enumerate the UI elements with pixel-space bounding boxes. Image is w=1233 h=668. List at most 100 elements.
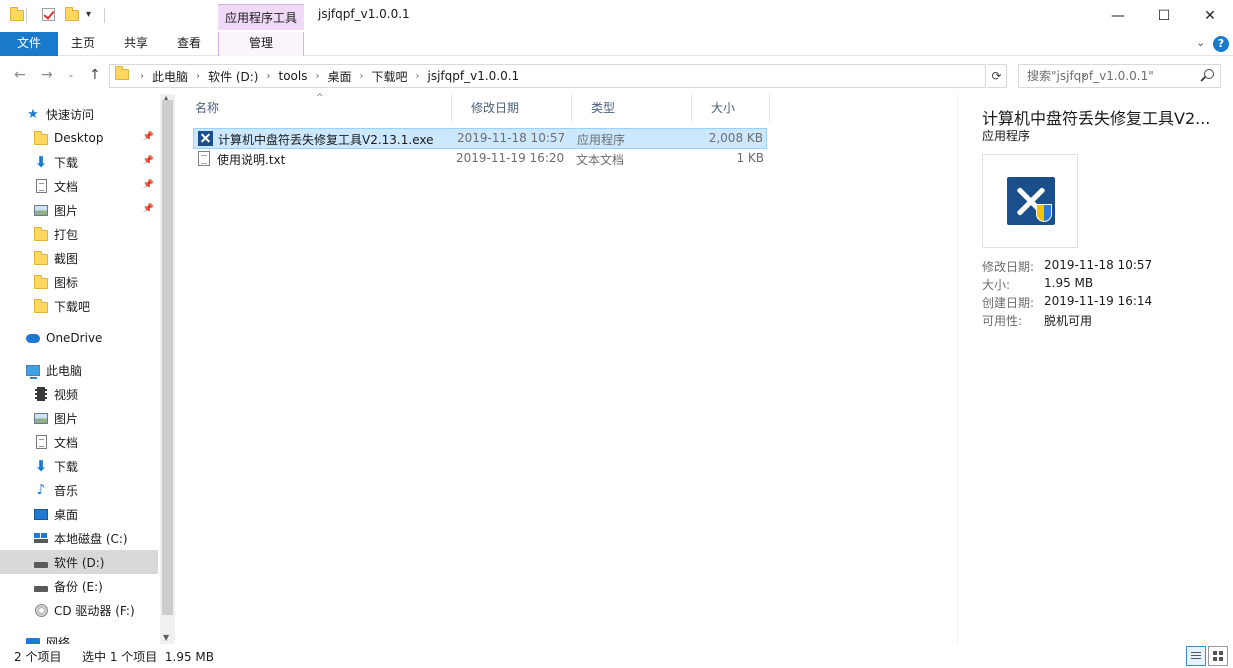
recent-locations-icon[interactable]: ⌄	[67, 70, 75, 80]
pin-icon: 📌	[142, 132, 154, 142]
close-button[interactable]: ✕	[1187, 0, 1233, 32]
window-title: jsjfqpf_v1.0.0.1	[318, 7, 410, 21]
crumb-this-pc[interactable]: 此电脑	[146, 68, 194, 85]
chevron-right-icon: ›	[140, 70, 144, 82]
scroll-down-icon[interactable]: ▼	[163, 633, 169, 642]
crumb-drive-d[interactable]: 软件 (D:)	[202, 68, 264, 85]
nav-label: 本地磁盘 (C:)	[54, 531, 128, 546]
drive-icon	[34, 579, 48, 593]
up-button[interactable]: ↑	[89, 67, 101, 83]
column-header-modified[interactable]: 修改日期	[452, 94, 572, 122]
nav-label: 软件 (D:)	[54, 555, 105, 570]
customize-qa-icon[interactable]: ▾	[86, 9, 100, 23]
nav-label: 打包	[54, 227, 79, 242]
column-header-size[interactable]: 大小	[692, 94, 770, 122]
shield-icon	[1036, 204, 1052, 222]
expand-ribbon-icon[interactable]: ⌄	[1196, 36, 1205, 49]
nav-item-music[interactable]: ♪ 音乐	[0, 478, 158, 502]
nav-item-documents[interactable]: 文档 📌	[0, 174, 158, 198]
column-label: 名称	[195, 101, 220, 115]
file-type: 文本文档	[576, 153, 625, 167]
nav-onedrive[interactable]: OneDrive	[0, 326, 158, 350]
crumb-xiazaiba[interactable]: 下载吧	[365, 68, 413, 85]
prop-label-availability: 可用性:	[982, 314, 1023, 328]
nav-item-drive-c[interactable]: 本地磁盘 (C:)	[0, 526, 158, 550]
nav-label: 此电脑	[46, 363, 83, 378]
nav-item-pc-desktop[interactable]: 桌面	[0, 502, 158, 526]
nav-item-pictures[interactable]: 图片 📌	[0, 198, 158, 222]
tab-file[interactable]: 文件	[0, 32, 58, 56]
picture-icon	[34, 203, 48, 217]
nav-network[interactable]: 网络	[0, 630, 158, 644]
refresh-button[interactable]: ⟳	[987, 64, 1007, 88]
maximize-button[interactable]: ☐	[1141, 0, 1187, 32]
chevron-right-icon[interactable]: ›	[264, 71, 272, 82]
nav-label: OneDrive	[46, 331, 103, 345]
nav-label: 图片	[54, 411, 79, 426]
folder-icon	[34, 250, 48, 265]
qa-separator	[104, 8, 105, 23]
file-row-txt[interactable]: 使用说明.txt 2019-11-19 16:20 文本文档 1 KB	[193, 149, 767, 170]
minimize-button[interactable]: —	[1095, 0, 1141, 32]
help-icon[interactable]: ?	[1213, 36, 1229, 52]
prop-label-size: 大小:	[982, 278, 1011, 292]
chevron-right-icon[interactable]: ›	[313, 71, 321, 82]
folder-icon	[115, 66, 129, 80]
nav-item-desktop[interactable]: Desktop 📌	[0, 126, 158, 150]
text-file-icon	[198, 151, 210, 166]
crumb-desktop[interactable]: 桌面	[321, 68, 357, 85]
crumb-current-folder[interactable]: jsjfqpf_v1.0.0.1	[422, 69, 526, 83]
details-pane: 计算机中盘符丢失修复工具V2... 应用程序 修改日期: 2019-11-18 …	[957, 94, 1233, 644]
forward-button[interactable]: →	[41, 67, 53, 83]
nav-label: 文档	[54, 435, 79, 450]
nav-item-downloads[interactable]: ⬇ 下载 📌	[0, 150, 158, 174]
prop-value-modified: 2019-11-18 10:57	[1044, 258, 1153, 272]
crumb-tools[interactable]: tools	[272, 69, 313, 83]
chevron-right-icon[interactable]: ›	[414, 71, 422, 82]
tab-home[interactable]: 主页	[58, 32, 108, 56]
search-icon[interactable]	[1204, 69, 1214, 79]
nav-item-dabao[interactable]: 打包	[0, 222, 158, 246]
search-placeholder: 搜索"jsjfqpf_v1.0.0.1"	[1027, 69, 1154, 83]
application-icon	[198, 131, 213, 146]
details-view-button[interactable]	[1186, 646, 1206, 666]
tab-share[interactable]: 共享	[110, 32, 162, 56]
tab-view[interactable]: 查看	[164, 32, 214, 56]
nav-item-tubiao[interactable]: 图标	[0, 270, 158, 294]
folder-icon	[10, 7, 24, 22]
scrollbar-thumb[interactable]	[162, 100, 173, 615]
search-input[interactable]: 搜索"jsjfqpf_v1.0.0.1"	[1018, 64, 1221, 88]
nav-scrollbar[interactable]: ▲ ▼	[160, 94, 175, 644]
nav-this-pc[interactable]: 此电脑	[0, 358, 158, 382]
tab-manage[interactable]: 管理	[218, 32, 304, 56]
nav-item-pc-downloads[interactable]: ⬇ 下载	[0, 454, 158, 478]
document-icon	[34, 435, 48, 449]
nav-item-jietu[interactable]: 截图	[0, 246, 158, 270]
nav-item-xiazaiba[interactable]: 下载吧	[0, 294, 158, 318]
properties-icon[interactable]	[42, 8, 56, 22]
file-row-exe[interactable]: 计算机中盘符丢失修复工具V2.13.1.exe 2019-11-18 10:57…	[193, 128, 767, 149]
nav-label: 图片	[54, 203, 79, 218]
file-name: 计算机中盘符丢失修复工具V2.13.1.exe	[218, 133, 434, 147]
new-folder-icon[interactable]	[65, 7, 79, 22]
nav-item-drive-f[interactable]: CD 驱动器 (F:)	[0, 598, 158, 622]
nav-item-drive-d[interactable]: 软件 (D:)	[0, 550, 158, 574]
address-bar[interactable]: › 此电脑 › 软件 (D:) › tools › 桌面 › 下载吧 › jsj…	[109, 64, 1088, 88]
nav-quick-access[interactable]: ★ 快速访问	[0, 102, 158, 126]
file-modified: 2019-11-18 10:57	[457, 131, 566, 145]
large-icons-view-button[interactable]	[1208, 646, 1228, 666]
prop-label-created: 创建日期:	[982, 296, 1035, 310]
back-button[interactable]: ←	[14, 67, 26, 83]
nav-item-drive-e[interactable]: 备份 (E:)	[0, 574, 158, 598]
column-header-name[interactable]: 名称 ^	[176, 93, 452, 122]
chevron-right-icon[interactable]: ›	[357, 71, 365, 82]
chevron-right-icon[interactable]: ›	[194, 71, 202, 82]
nav-item-pc-documents[interactable]: 文档	[0, 430, 158, 454]
nav-item-videos[interactable]: 视频	[0, 382, 158, 406]
qa-separator	[26, 8, 27, 23]
nav-item-pc-pictures[interactable]: 图片	[0, 406, 158, 430]
nav-label: 图标	[54, 275, 79, 290]
column-header-type[interactable]: 类型	[572, 94, 692, 122]
desktop-icon	[34, 507, 48, 521]
sort-ascending-icon: ^	[316, 93, 324, 103]
